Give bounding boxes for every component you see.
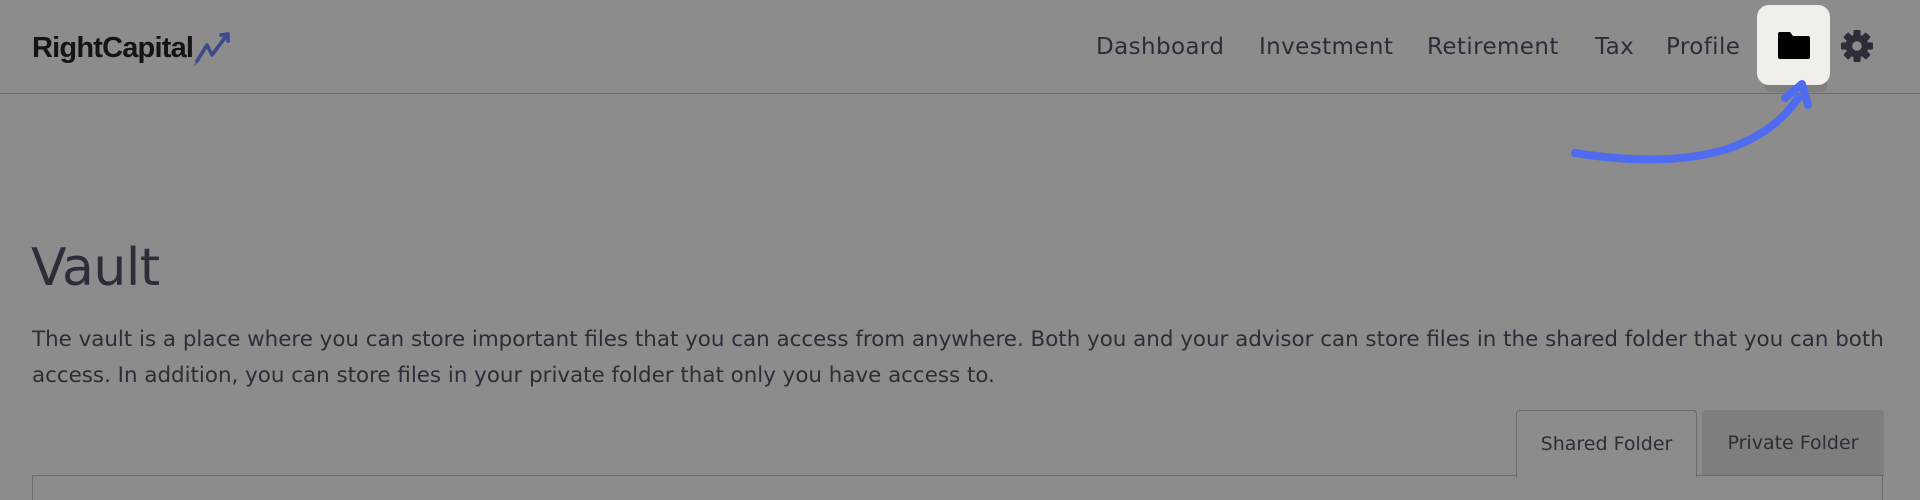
vault-button[interactable] bbox=[1757, 5, 1830, 85]
folder-panel bbox=[32, 475, 1883, 500]
gear-icon bbox=[1841, 30, 1873, 62]
top-navigation-bar: RightCapital Dashboard Investment Retire… bbox=[0, 0, 1920, 164]
nav-item-tax[interactable]: Tax bbox=[1595, 34, 1634, 60]
tab-shared-folder[interactable]: Shared Folder bbox=[1516, 410, 1697, 477]
folder-icon bbox=[1777, 31, 1810, 59]
settings-button[interactable] bbox=[1840, 29, 1874, 63]
page-title: Vault bbox=[31, 238, 160, 298]
logo-text: RightCapital bbox=[32, 31, 194, 64]
nav-item-profile[interactable]: Profile bbox=[1666, 34, 1740, 60]
tab-private-folder[interactable]: Private Folder bbox=[1702, 410, 1884, 476]
page: RightCapital Dashboard Investment Retire… bbox=[0, 0, 1920, 500]
nav-item-retirement[interactable]: Retirement bbox=[1427, 34, 1559, 60]
vault-description: The vault is a place where you can store… bbox=[32, 327, 1884, 388]
nav-item-dashboard[interactable]: Dashboard bbox=[1096, 34, 1224, 60]
active-tab-joiner bbox=[1517, 474, 1696, 477]
rightcapital-logo[interactable]: RightCapital bbox=[32, 28, 236, 68]
nav-item-investment[interactable]: Investment bbox=[1259, 34, 1393, 60]
trend-arrow-icon bbox=[194, 32, 230, 66]
